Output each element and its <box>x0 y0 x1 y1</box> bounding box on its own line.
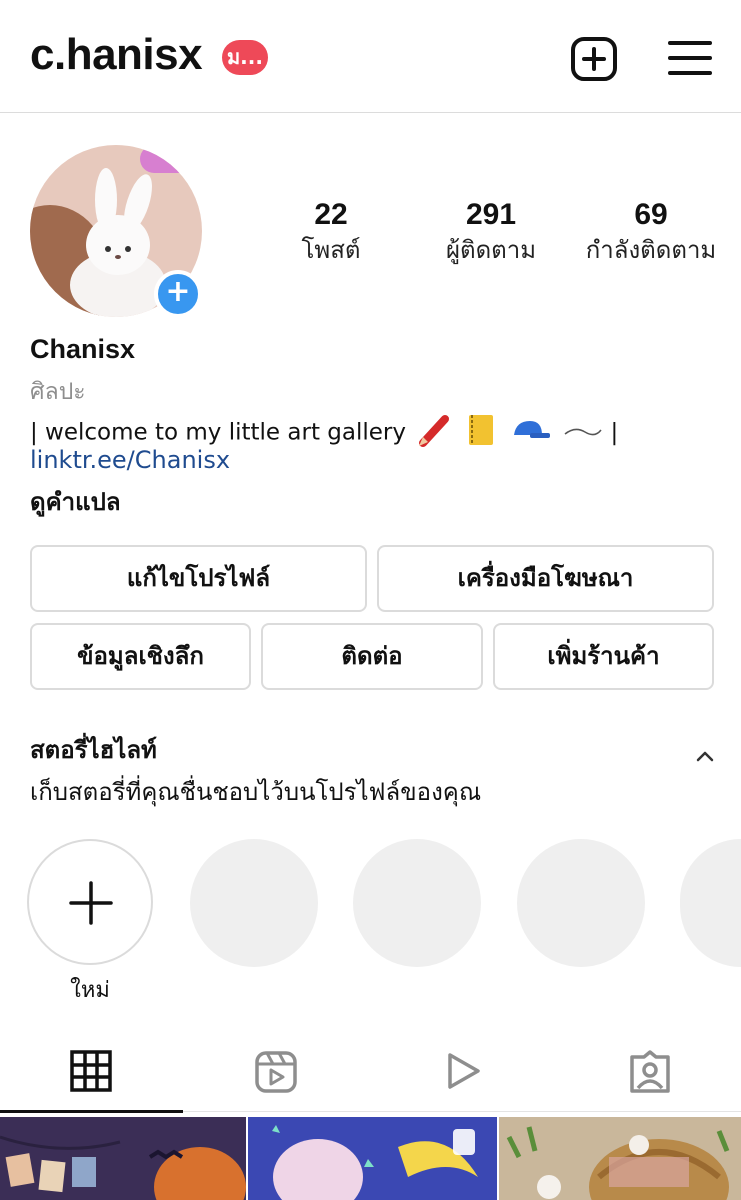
plus-icon <box>69 881 113 929</box>
chevron-up-icon[interactable] <box>694 748 716 768</box>
cap-emoji <box>508 413 552 453</box>
new-highlight-button[interactable] <box>27 839 153 965</box>
top-bar: c.hanisx ม... <box>0 0 741 113</box>
tagged-icon[interactable] <box>628 1050 672 1098</box>
stat-following[interactable]: 69 กำลังติดตาม <box>574 198 728 268</box>
see-translation-link[interactable]: ดูคำแปล <box>30 482 121 521</box>
bio-line: | welcome to my little art gallery <box>30 419 406 446</box>
insights-button[interactable]: ข้อมูลเชิงลึก <box>30 623 251 690</box>
profile-avatar[interactable]: + <box>30 145 202 318</box>
post-thumbnail[interactable] <box>499 1117 741 1200</box>
posts-count: 22 <box>314 198 348 231</box>
profile-category: ศิลปะ <box>30 379 86 405</box>
followers-count: 291 <box>465 198 517 231</box>
notification-badge[interactable]: ม... <box>222 40 268 75</box>
highlight-placeholder <box>353 839 481 967</box>
followers-label: ผู้ติดตาม <box>445 236 537 264</box>
account-username[interactable]: c.hanisx <box>30 30 203 80</box>
highlight-placeholder <box>680 839 741 967</box>
ad-tools-button[interactable]: เครื่องมือโฆษณา <box>377 545 714 612</box>
post-thumbnail[interactable] <box>248 1117 497 1200</box>
stat-followers[interactable]: 291 ผู้ติดตาม <box>432 198 550 268</box>
following-count: 69 <box>634 198 668 231</box>
grid-icon[interactable] <box>70 1050 112 1096</box>
notebook-emoji <box>463 413 497 453</box>
stat-posts[interactable]: 22 โพสต์ <box>290 198 372 268</box>
edit-profile-button[interactable]: แก้ไขโปรไฟล์ <box>30 545 367 612</box>
crayon-emoji <box>417 413 451 453</box>
highlights-title: สตอรี่ไฮไลท์ <box>30 736 157 764</box>
wave-dash-emoji <box>563 420 603 446</box>
display-name: Chanisx <box>30 334 136 364</box>
add-story-plus-icon[interactable]: + <box>154 270 202 318</box>
contact-button[interactable]: ติดต่อ <box>261 623 483 690</box>
active-tab-indicator <box>0 1110 183 1113</box>
hamburger-menu-icon[interactable] <box>667 38 713 82</box>
post-thumbnail[interactable] <box>0 1117 246 1200</box>
following-label: กำลังติดตาม <box>585 236 717 264</box>
new-highlight-label: ใหม่ <box>70 978 110 1003</box>
posts-label: โพสต์ <box>301 236 361 264</box>
bio-end: | <box>610 419 619 446</box>
reels-icon[interactable] <box>254 1050 298 1098</box>
highlight-placeholder <box>190 839 318 967</box>
highlights-subtitle: เก็บสตอรี่ที่คุณชื่นชอบไว้บนโปรไฟล์ของคุ… <box>30 778 482 806</box>
plus-square-icon[interactable] <box>570 36 618 86</box>
profile-link[interactable]: linktr.ee/Chanisx <box>30 446 230 474</box>
highlight-placeholder <box>517 839 645 967</box>
add-shop-button[interactable]: เพิ่มร้านค้า <box>493 623 714 690</box>
play-icon[interactable] <box>442 1050 484 1096</box>
